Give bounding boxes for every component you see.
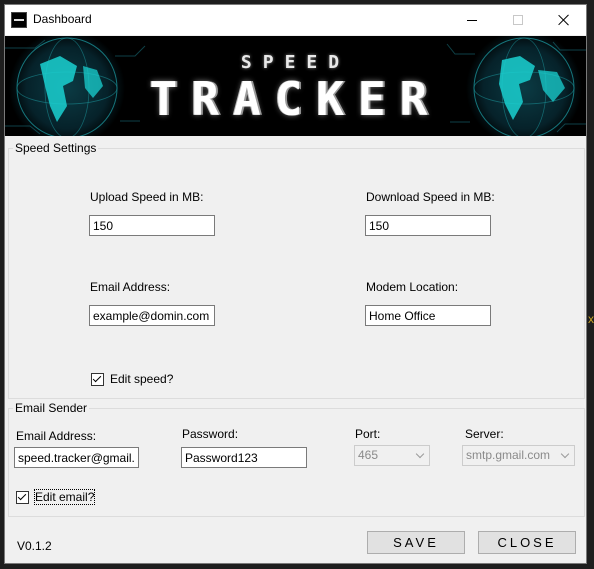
password-label: Password: <box>182 427 239 441</box>
background-glyph: x <box>588 312 594 326</box>
server-value: smtp.gmail.com <box>466 448 551 462</box>
version-label: V0.1.2 <box>17 539 52 553</box>
chevron-down-icon <box>558 448 572 463</box>
save-button[interactable]: SAVE <box>367 531 465 554</box>
speed-settings-legend: Speed Settings <box>15 141 97 155</box>
app-icon <box>11 12 27 28</box>
maximize-button[interactable] <box>495 5 541 35</box>
sender-email-label: Email Address: <box>16 429 97 443</box>
brand-speed-text: SPEED <box>240 52 351 73</box>
brand-tracker-text: TRACKER <box>149 72 442 126</box>
edit-speed-checkbox[interactable]: Edit speed? <box>91 372 173 386</box>
edit-email-label: Edit email? <box>33 489 96 505</box>
close-icon <box>558 14 570 26</box>
port-value: 465 <box>358 448 379 462</box>
email-sender-legend: Email Sender <box>15 401 88 415</box>
checkmark-icon <box>17 491 27 500</box>
upload-speed-input[interactable] <box>89 215 215 236</box>
edit-speed-checkbox-box[interactable] <box>91 372 104 386</box>
maximize-icon <box>513 15 523 25</box>
modem-location-input[interactable] <box>365 305 491 326</box>
modem-location-label: Modem Location: <box>366 280 459 294</box>
sender-email-input[interactable] <box>14 447 139 468</box>
edit-email-checkbox-box[interactable] <box>16 490 29 504</box>
edit-speed-label: Edit speed? <box>110 372 174 386</box>
download-speed-input[interactable] <box>365 215 491 236</box>
speed-tracker-banner: SPEED TRACKER <box>5 36 586 136</box>
port-select[interactable]: 465 <box>354 445 430 466</box>
download-speed-label: Download Speed in MB: <box>366 190 495 204</box>
upload-speed-label: Upload Speed in MB: <box>90 190 204 204</box>
chevron-down-icon <box>413 448 427 463</box>
minimize-button[interactable] <box>449 5 495 35</box>
speed-settings-group: Speed Settings <box>8 141 585 399</box>
server-select[interactable]: smtp.gmail.com <box>462 445 575 466</box>
dashboard-window: Dashboard SPEED TRACKER Speed Settings U… <box>4 4 587 564</box>
close-button[interactable]: CLOSE <box>478 531 576 554</box>
title-bar[interactable]: Dashboard <box>5 5 586 35</box>
checkmark-icon <box>92 373 102 382</box>
window-title: Dashboard <box>33 12 92 26</box>
port-label: Port: <box>355 427 381 441</box>
window-close-button[interactable] <box>541 5 587 35</box>
server-label: Server: <box>465 427 504 441</box>
password-input[interactable] <box>181 447 307 468</box>
email-address-input[interactable] <box>89 305 215 326</box>
edit-email-checkbox[interactable]: Edit email? <box>16 489 96 505</box>
minimize-icon <box>467 19 477 21</box>
email-address-label: Email Address: <box>90 280 171 294</box>
